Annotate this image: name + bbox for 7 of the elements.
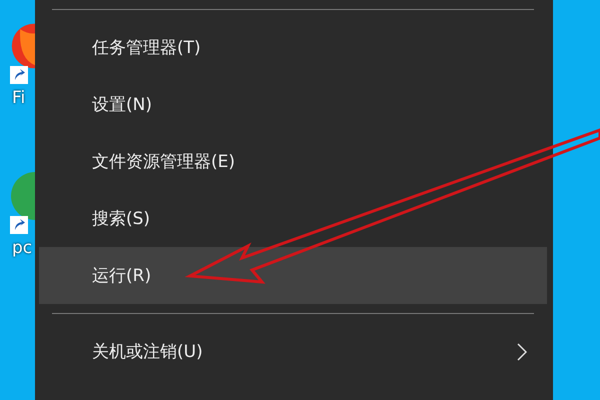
menu-item[interactable]: 搜索(S) (39, 190, 547, 247)
menu-item[interactable]: 文件资源管理器(E) (39, 133, 547, 190)
browser-icon[interactable] (10, 170, 35, 222)
menu-item[interactable]: 任务管理器(T) (39, 19, 547, 76)
menu-item[interactable]: 关机或注销(U) (39, 323, 547, 380)
menu-item[interactable]: 设置(N) (39, 76, 547, 133)
menu-item[interactable]: 运行(R) (39, 247, 547, 304)
